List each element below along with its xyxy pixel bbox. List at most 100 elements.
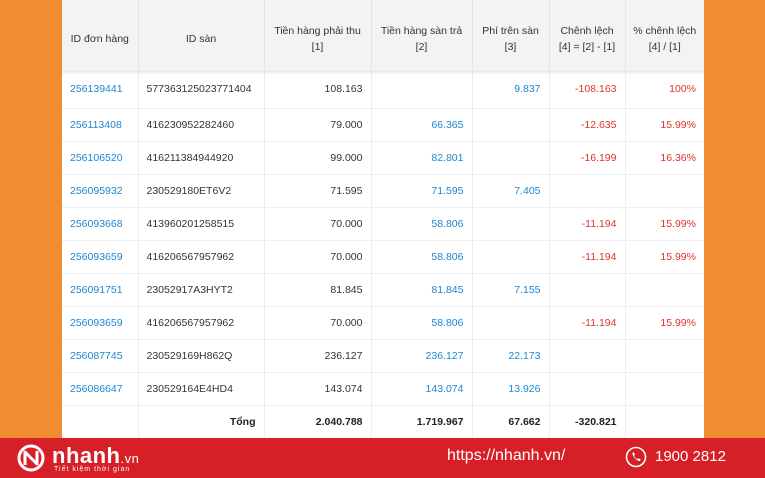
table-header: ID đơn hàng ID sàn Tiền hàng phải thu [1]… (62, 0, 704, 71)
header-order-id[interactable]: ID đơn hàng (62, 0, 139, 71)
diff-cell (549, 272, 626, 306)
receivable-cell: 70.000 (264, 239, 372, 273)
diff-cell: -11.194 (549, 239, 626, 273)
table-row[interactable]: 256087745 230529169H862Q 236.127 236.127 22.… (62, 338, 704, 372)
total-paid: 1.719.967 (371, 404, 473, 438)
platform-id-cell: 230529169H862Q (138, 338, 265, 372)
total-label: Tổng (138, 404, 265, 438)
table-row[interactable]: 256095932 230529180ET6V2 71.595 71.595 7.405 (62, 173, 704, 207)
reconciliation-table: ID đơn hàng ID sàn Tiền hàng phải thu [1]… (62, 0, 704, 438)
diff-cell (549, 371, 626, 405)
table-row[interactable]: 256113408 416230952282460 79.000 66.365 -12.… (62, 107, 704, 141)
fee-cell: 22.173 (472, 338, 550, 372)
order-id-link[interactable]: 256106520 (62, 140, 139, 174)
fee-cell: 7.405 (472, 173, 550, 207)
total-row: Tổng 2.040.788 1.719.967 67.662 -320.821 (62, 404, 704, 438)
table-row[interactable]: 256086647 230529164E4HD4 143.074 143.074 13.… (62, 371, 704, 405)
total-empty (62, 404, 139, 438)
diff-percent-cell (625, 272, 704, 306)
header-paid[interactable]: Tiền hàng sàn trả [2] (371, 0, 473, 71)
hotline-number[interactable]: 1900 2812 (655, 448, 726, 465)
fee-cell (472, 305, 550, 339)
paid-cell: 58.806 (371, 305, 473, 339)
website-link[interactable]: https://nhanh.vn/ (447, 447, 565, 465)
receivable-cell: 70.000 (264, 305, 372, 339)
table-row[interactable]: 256093659 416206567957962 70.000 58.806 -11.… (62, 305, 704, 339)
paid-cell: 81.845 (371, 272, 473, 306)
receivable-cell: 81.845 (264, 272, 372, 306)
paid-cell: 58.806 (371, 206, 473, 240)
platform-id-cell: 416211384944920 (138, 140, 265, 174)
header-diff-percent[interactable]: % chênh lệch [4] / [1] (625, 0, 704, 71)
fee-cell (472, 239, 550, 273)
platform-id-cell: 416206567957962 (138, 305, 265, 339)
platform-id-cell: 416206567957962 (138, 239, 265, 273)
paid-cell: 82.801 (371, 140, 473, 174)
receivable-cell: 236.127 (264, 338, 372, 372)
order-id-link[interactable]: 256091751 (62, 272, 139, 306)
order-id-link[interactable]: 256086647 (62, 371, 139, 405)
diff-percent-cell (625, 371, 704, 405)
receivable-cell: 108.163 (264, 71, 372, 108)
receivable-cell: 99.000 (264, 140, 372, 174)
platform-id-cell: 23052917A3HYT2 (138, 272, 265, 306)
order-id-link[interactable]: 256093659 (62, 305, 139, 339)
header-diff[interactable]: Chênh lệch [4] = [2] - [1] (549, 0, 626, 71)
diff-cell: -16.199 (549, 140, 626, 174)
diff-percent-cell: 16.36% (625, 140, 704, 174)
phone-icon (625, 446, 647, 468)
footer-bar: nhanh.vn Tiết kiệm thời gian https://nha… (0, 438, 765, 478)
platform-id-cell: 413960201258515 (138, 206, 265, 240)
header-fee[interactable]: Phí trên sàn [3] (472, 0, 550, 71)
diff-cell: -108.163 (549, 71, 626, 108)
total-pct-empty (625, 404, 704, 438)
table-row[interactable]: 256106520 416211384944920 99.000 82.801 -16.… (62, 140, 704, 174)
diff-percent-cell: 15.99% (625, 107, 704, 141)
fee-cell (472, 140, 550, 174)
fee-cell: 9.837 (472, 71, 550, 108)
table-row[interactable]: 256139441 577363125023771404 108.163 9.837-… (62, 71, 704, 108)
order-id-link[interactable]: 256139441 (62, 71, 139, 108)
receivable-cell: 70.000 (264, 206, 372, 240)
diff-cell (549, 173, 626, 207)
fee-cell: 7.155 (472, 272, 550, 306)
paid-cell: 71.595 (371, 173, 473, 207)
diff-percent-cell (625, 338, 704, 372)
reconciliation-panel: ID đơn hàng ID sàn Tiền hàng phải thu [1]… (62, 0, 704, 438)
receivable-cell: 71.595 (264, 173, 372, 207)
diff-percent-cell: 15.99% (625, 239, 704, 273)
order-id-link[interactable]: 256093659 (62, 239, 139, 273)
total-diff: -320.821 (549, 404, 626, 438)
table-row[interactable]: 256091751 23052917A3HYT2 81.845 81.845 7.155 (62, 272, 704, 306)
paid-cell: 58.806 (371, 239, 473, 273)
platform-id-cell: 416230952282460 (138, 107, 265, 141)
table-body: 256139441 577363125023771404 108.163 9.837-… (62, 71, 704, 438)
order-id-link[interactable]: 256095932 (62, 173, 139, 207)
platform-id-cell: 230529180ET6V2 (138, 173, 265, 207)
platform-id-cell: 577363125023771404 (138, 71, 265, 108)
fee-cell: 13.926 (472, 371, 550, 405)
header-platform-id[interactable]: ID sàn (138, 0, 265, 71)
paid-cell (371, 71, 473, 108)
diff-cell: -11.194 (549, 206, 626, 240)
fee-cell (472, 206, 550, 240)
receivable-cell: 79.000 (264, 107, 372, 141)
total-fee: 67.662 (472, 404, 550, 438)
order-id-link[interactable]: 256113408 (62, 107, 139, 141)
receivable-cell: 143.074 (264, 371, 372, 405)
table-row[interactable]: 256093668 413960201258515 70.000 58.806 -11.… (62, 206, 704, 240)
order-id-link[interactable]: 256093668 (62, 206, 139, 240)
diff-cell: -11.194 (549, 305, 626, 339)
diff-percent-cell: 15.99% (625, 305, 704, 339)
paid-cell: 66.365 (371, 107, 473, 141)
brand-slogan: Tiết kiệm thời gian (54, 466, 131, 473)
header-receivable[interactable]: Tiền hàng phải thu [1] (264, 0, 372, 71)
total-receivable: 2.040.788 (264, 404, 372, 438)
diff-percent-cell (625, 173, 704, 207)
order-id-link[interactable]: 256087745 (62, 338, 139, 372)
nhanh-logo-icon[interactable] (17, 443, 49, 473)
diff-cell (549, 338, 626, 372)
fee-cell (472, 107, 550, 141)
table-row[interactable]: 256093659 416206567957962 70.000 58.806 -11.… (62, 239, 704, 273)
paid-cell: 143.074 (371, 371, 473, 405)
